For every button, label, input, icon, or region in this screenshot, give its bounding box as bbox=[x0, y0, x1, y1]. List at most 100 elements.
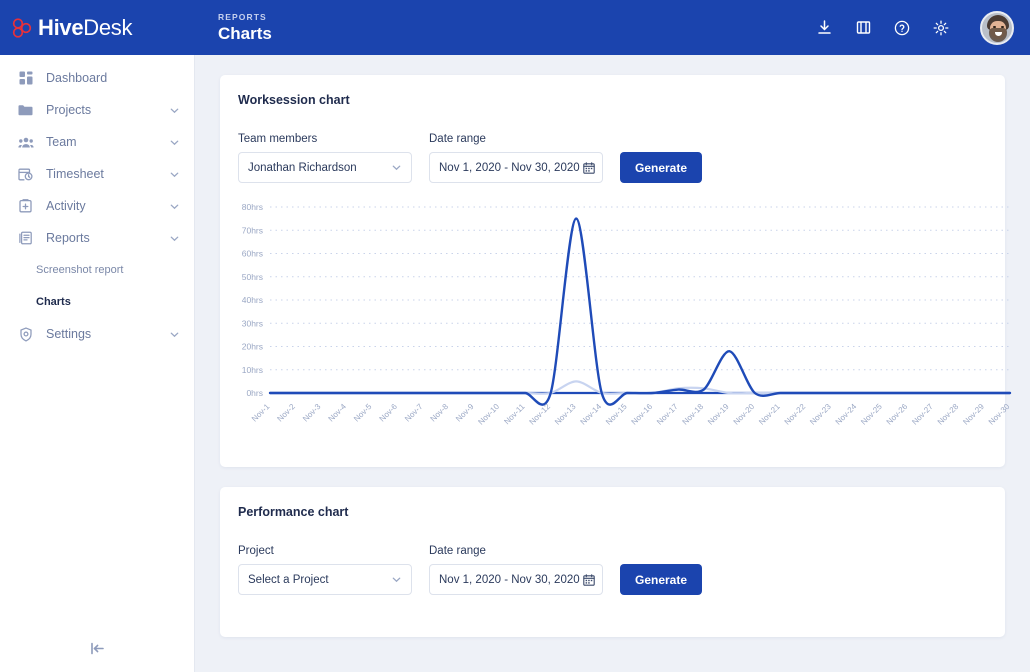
performance-controls: Project Select a Project Date range Nov … bbox=[220, 519, 1005, 595]
date-range-value: Nov 1, 2020 - Nov 30, 2020 bbox=[439, 574, 580, 586]
brand-name-bold: Hive bbox=[38, 15, 83, 40]
svg-text:Nov-11: Nov-11 bbox=[502, 402, 527, 427]
sidebar-item-timesheet[interactable]: Timesheet bbox=[0, 158, 194, 190]
avatar[interactable] bbox=[980, 11, 1014, 45]
calendar-icon[interactable] bbox=[583, 574, 595, 586]
svg-text:Nov-24: Nov-24 bbox=[834, 402, 859, 427]
sidebar-item-label: Settings bbox=[46, 327, 91, 341]
clipboard-icon bbox=[17, 199, 34, 213]
svg-text:Nov-21: Nov-21 bbox=[757, 402, 782, 427]
svg-text:Nov-29: Nov-29 bbox=[961, 402, 986, 427]
sidebar-item-label: Timesheet bbox=[46, 167, 104, 181]
project-select[interactable]: Select a Project bbox=[238, 564, 412, 595]
svg-text:Nov-9: Nov-9 bbox=[454, 402, 476, 424]
chevron-down-icon[interactable] bbox=[169, 105, 180, 116]
sidebar-item-team[interactable]: Team bbox=[0, 126, 194, 158]
breadcrumb: REPORTS bbox=[218, 11, 272, 24]
performance-date-range-input[interactable]: Nov 1, 2020 - Nov 30, 2020 bbox=[429, 564, 603, 595]
svg-text:Nov-26: Nov-26 bbox=[885, 402, 910, 427]
page-title: Charts bbox=[218, 24, 272, 44]
svg-text:Nov-27: Nov-27 bbox=[910, 402, 935, 427]
date-range-value: Nov 1, 2020 - Nov 30, 2020 bbox=[439, 162, 580, 174]
shield-gear-icon bbox=[17, 327, 34, 342]
top-header: HiveDesk REPORTS Charts bbox=[0, 0, 1030, 55]
main-content: Worksession chart Team members Jonathan … bbox=[195, 55, 1030, 672]
sidebar-item-dashboard[interactable]: Dashboard bbox=[0, 62, 194, 94]
performance-chart-card: Performance chart Project Select a Proje… bbox=[220, 487, 1005, 637]
svg-text:Nov-4: Nov-4 bbox=[327, 402, 349, 424]
svg-text:Nov-8: Nov-8 bbox=[429, 402, 451, 424]
collapse-sidebar-button[interactable] bbox=[0, 630, 194, 672]
chart-svg: 0hrs10hrs20hrs30hrs40hrs50hrs60hrs70hrs8… bbox=[228, 201, 1018, 451]
calendar-icon[interactable] bbox=[583, 162, 595, 174]
team-members-select[interactable]: Jonathan Richardson bbox=[238, 152, 412, 183]
svg-text:Nov-5: Nov-5 bbox=[352, 402, 374, 424]
sidebar-subitem-label: Screenshot report bbox=[36, 264, 123, 276]
svg-text:30hrs: 30hrs bbox=[242, 318, 263, 328]
sidebar-subitem-screenshot-report[interactable]: Screenshot report bbox=[0, 254, 194, 286]
svg-text:Nov-19: Nov-19 bbox=[706, 402, 731, 427]
worksession-date-range-input[interactable]: Nov 1, 2020 - Nov 30, 2020 bbox=[429, 152, 603, 183]
help-circle-icon[interactable] bbox=[892, 18, 912, 38]
team-members-label: Team members bbox=[238, 133, 412, 145]
svg-text:Nov-22: Nov-22 bbox=[783, 402, 808, 427]
svg-text:Nov-17: Nov-17 bbox=[655, 402, 680, 427]
svg-text:Nov-30: Nov-30 bbox=[987, 402, 1012, 427]
project-field: Project Select a Project bbox=[238, 545, 412, 595]
clock-calendar-icon bbox=[17, 167, 34, 181]
worksession-generate-button[interactable]: Generate bbox=[620, 152, 702, 183]
project-label: Project bbox=[238, 545, 412, 557]
performance-generate-button[interactable]: Generate bbox=[620, 564, 702, 595]
sidebar-item-activity[interactable]: Activity bbox=[0, 190, 194, 222]
svg-text:40hrs: 40hrs bbox=[242, 295, 263, 305]
hive-dots-logo-icon bbox=[10, 17, 36, 39]
svg-text:Nov-10: Nov-10 bbox=[476, 402, 501, 427]
sidebar-item-projects[interactable]: Projects bbox=[0, 94, 194, 126]
svg-text:Nov-25: Nov-25 bbox=[859, 402, 884, 427]
header-actions bbox=[814, 11, 1030, 45]
page-heading: REPORTS Charts bbox=[218, 11, 272, 44]
performance-card-title: Performance chart bbox=[220, 487, 1005, 519]
sidebar-item-label: Team bbox=[46, 135, 77, 149]
sidebar-subitem-label: Charts bbox=[36, 296, 71, 308]
svg-text:Nov-3: Nov-3 bbox=[301, 402, 323, 424]
sidebar-nav: Dashboard Projects bbox=[0, 55, 194, 350]
sidebar: Dashboard Projects bbox=[0, 55, 195, 672]
svg-text:Nov-12: Nov-12 bbox=[527, 402, 552, 427]
svg-text:60hrs: 60hrs bbox=[242, 249, 263, 259]
svg-text:70hrs: 70hrs bbox=[242, 225, 263, 235]
svg-text:Nov-14: Nov-14 bbox=[579, 402, 604, 427]
chevron-down-icon[interactable] bbox=[169, 201, 180, 212]
sidebar-item-label: Reports bbox=[46, 231, 90, 245]
book-icon[interactable] bbox=[853, 18, 873, 38]
svg-text:Nov-16: Nov-16 bbox=[630, 402, 655, 427]
svg-text:Nov-6: Nov-6 bbox=[378, 402, 400, 424]
svg-text:Nov-23: Nov-23 bbox=[808, 402, 833, 427]
app-root: HiveDesk REPORTS Charts bbox=[0, 0, 1030, 672]
svg-text:80hrs: 80hrs bbox=[242, 202, 263, 212]
svg-text:Nov-28: Nov-28 bbox=[936, 402, 961, 427]
sidebar-item-reports[interactable]: Reports bbox=[0, 222, 194, 254]
date-range-label: Date range bbox=[429, 545, 603, 557]
worksession-card-title: Worksession chart bbox=[220, 75, 1005, 107]
team-members-value: Jonathan Richardson bbox=[248, 162, 357, 174]
folder-icon bbox=[17, 104, 34, 117]
sidebar-subitem-charts[interactable]: Charts bbox=[0, 286, 194, 318]
brand-name-light: Desk bbox=[83, 15, 132, 40]
sidebar-item-settings[interactable]: Settings bbox=[0, 318, 194, 350]
chevron-down-icon[interactable] bbox=[169, 137, 180, 148]
svg-text:Nov-1: Nov-1 bbox=[250, 402, 272, 424]
worksession-chart-card: Worksession chart Team members Jonathan … bbox=[220, 75, 1005, 467]
chevron-down-icon[interactable] bbox=[169, 329, 180, 340]
download-icon[interactable] bbox=[814, 18, 834, 38]
svg-text:20hrs: 20hrs bbox=[242, 342, 263, 352]
chevron-down-icon[interactable] bbox=[169, 169, 180, 180]
people-icon bbox=[17, 136, 34, 149]
svg-text:Nov-20: Nov-20 bbox=[732, 402, 757, 427]
chevron-down-icon[interactable] bbox=[169, 233, 180, 244]
brand-logo[interactable]: HiveDesk bbox=[0, 0, 195, 55]
report-icon bbox=[17, 231, 34, 245]
gear-icon[interactable] bbox=[931, 18, 951, 38]
sidebar-item-label: Dashboard bbox=[46, 71, 107, 85]
sidebar-item-label: Activity bbox=[46, 199, 86, 213]
